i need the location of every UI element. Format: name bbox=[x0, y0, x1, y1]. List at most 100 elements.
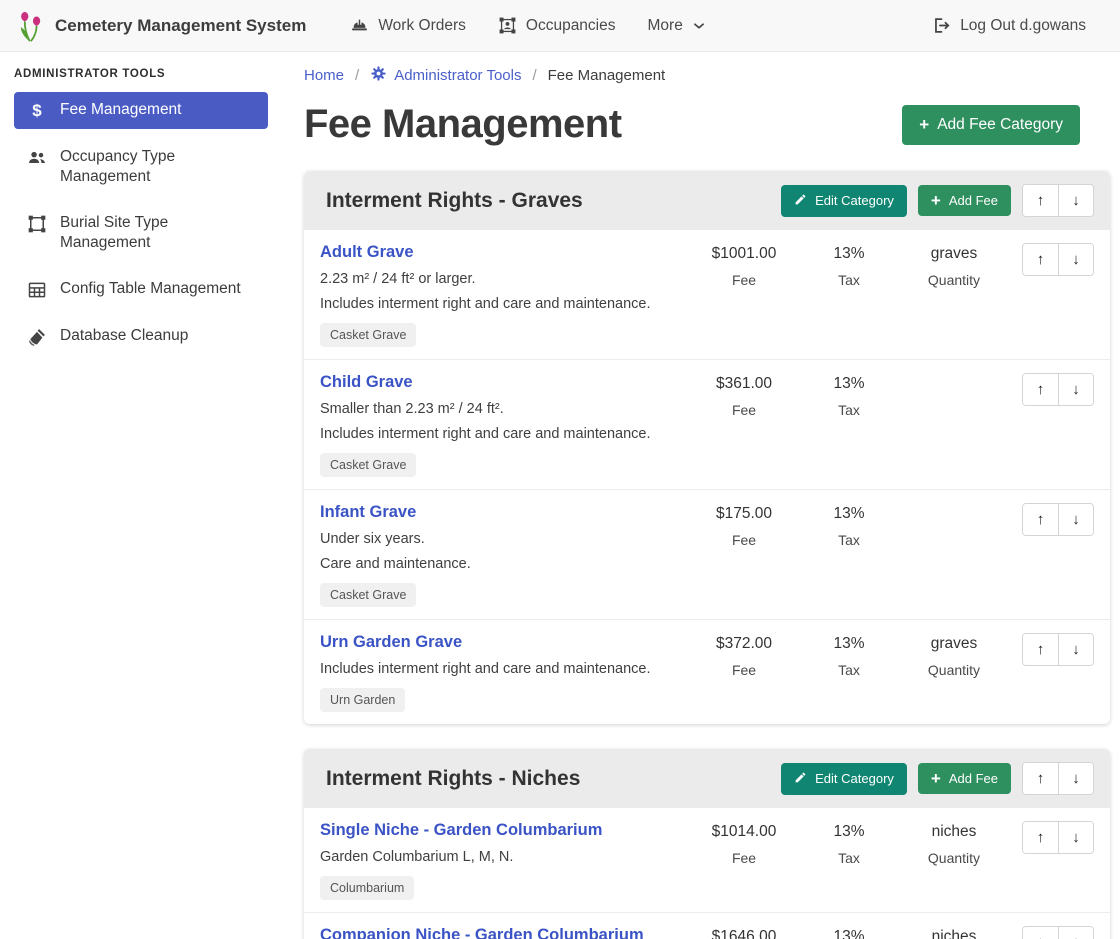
breadcrumb-home-link[interactable]: Home bbox=[304, 67, 344, 84]
fee-description-1: Smaller than 2.23 m² / 24 ft². bbox=[320, 401, 683, 417]
fee-name-link[interactable]: Adult Grave bbox=[320, 243, 414, 262]
sidebar-item-fee-management[interactable]: $ Fee Management bbox=[14, 92, 268, 129]
add-fee-button[interactable]: + Add Fee bbox=[918, 185, 1011, 216]
move-fee-up-button[interactable]: ↑ bbox=[1023, 822, 1058, 853]
nav-occupancies[interactable]: Occupancies bbox=[498, 16, 616, 35]
fee-quantity-label: Quantity bbox=[899, 850, 1009, 866]
fee-row: Child Grave Smaller than 2.23 m² / 24 ft… bbox=[304, 360, 1110, 490]
hard-hat-icon bbox=[350, 16, 369, 35]
fee-quantity-col: graves Quantity bbox=[899, 633, 1009, 678]
move-fee-down-button[interactable]: ↓ bbox=[1058, 374, 1093, 405]
sidebar-item-config-table-management[interactable]: Config Table Management bbox=[14, 271, 268, 308]
fee-name-link[interactable]: Single Niche - Garden Columbarium bbox=[320, 821, 602, 840]
fee-quantity-value: niches bbox=[899, 928, 1009, 939]
category-title: Interment Rights - Graves bbox=[326, 189, 781, 213]
fee-tax-col: 13% Tax bbox=[799, 373, 899, 418]
edit-category-button[interactable]: Edit Category bbox=[781, 185, 907, 217]
fee-quantity-value: niches bbox=[899, 823, 1009, 841]
fee-amount-label: Fee bbox=[689, 850, 799, 866]
fee-tax-value: 13% bbox=[799, 245, 899, 263]
fee-description-2: Care and maintenance. bbox=[320, 556, 683, 572]
breadcrumb-current: Fee Management bbox=[548, 67, 666, 84]
fee-reorder-group: ↑ ↓ bbox=[1022, 821, 1094, 854]
sidebar-item-burial-site-type-management[interactable]: Burial Site Type Management bbox=[14, 205, 268, 261]
fee-amount-value: $1646.00 bbox=[689, 928, 799, 939]
sidebar-item-label: Occupancy Type Management bbox=[60, 147, 258, 187]
sign-out-icon bbox=[932, 16, 951, 35]
breadcrumb-admin-tools-link[interactable]: Administrator Tools bbox=[370, 65, 521, 86]
move-fee-up-button[interactable]: ↑ bbox=[1023, 927, 1058, 939]
move-category-up-button[interactable]: ↑ bbox=[1023, 185, 1058, 216]
fee-name-link[interactable]: Infant Grave bbox=[320, 503, 416, 522]
nav-more[interactable]: More bbox=[648, 17, 706, 35]
sidebar-item-database-cleanup[interactable]: Database Cleanup bbox=[14, 318, 268, 355]
fee-name-link[interactable]: Urn Garden Grave bbox=[320, 633, 462, 652]
sidebar-item-label: Burial Site Type Management bbox=[60, 213, 258, 253]
move-fee-down-button[interactable]: ↓ bbox=[1058, 927, 1093, 939]
fee-name-link[interactable]: Companion Niche - Garden Columbarium bbox=[320, 926, 644, 939]
fee-reorder-group: ↑ ↓ bbox=[1022, 926, 1094, 939]
gear-icon bbox=[370, 65, 387, 86]
move-fee-up-button[interactable]: ↑ bbox=[1023, 634, 1058, 665]
fee-amount-label: Fee bbox=[689, 662, 799, 678]
move-fee-down-button[interactable]: ↓ bbox=[1058, 504, 1093, 535]
fee-quantity-value: graves bbox=[899, 245, 1009, 263]
move-category-down-button[interactable]: ↓ bbox=[1058, 185, 1093, 216]
move-fee-down-button[interactable]: ↓ bbox=[1058, 244, 1093, 275]
edit-category-button[interactable]: Edit Category bbox=[781, 763, 907, 795]
logout-link[interactable]: Log Out d.gowans bbox=[932, 16, 1086, 35]
sidebar-item-occupancy-type-management[interactable]: Occupancy Type Management bbox=[14, 139, 268, 195]
move-fee-down-button[interactable]: ↓ bbox=[1058, 634, 1093, 665]
fee-tax-value: 13% bbox=[799, 823, 899, 841]
plus-icon: + bbox=[931, 772, 941, 785]
dollar-icon: $ bbox=[27, 101, 47, 121]
nav-work-orders[interactable]: Work Orders bbox=[350, 16, 466, 35]
add-fee-button[interactable]: + Add Fee bbox=[918, 763, 1011, 794]
app-title: Cemetery Management System bbox=[55, 16, 306, 36]
fee-row: Urn Garden Grave Includes interment righ… bbox=[304, 620, 1110, 724]
move-fee-up-button[interactable]: ↑ bbox=[1023, 374, 1058, 405]
add-fee-category-button[interactable]: + Add Fee Category bbox=[902, 105, 1080, 145]
category-header: Interment Rights - Graves Edit Category … bbox=[304, 171, 1110, 230]
fee-amount-col: $1014.00 Fee bbox=[689, 821, 799, 866]
fee-description-2: Includes interment right and care and ma… bbox=[320, 426, 683, 442]
fee-amount-value: $1014.00 bbox=[689, 823, 799, 841]
sidebar: ADMINISTRATOR TOOLS $ Fee Management Occ… bbox=[0, 52, 280, 365]
fee-quantity-col: graves Quantity bbox=[899, 243, 1009, 288]
move-fee-up-button[interactable]: ↑ bbox=[1023, 504, 1058, 535]
fee-name-link[interactable]: Child Grave bbox=[320, 373, 413, 392]
top-navbar: Cemetery Management System Work Orders O… bbox=[0, 0, 1120, 52]
fee-type-badge: Casket Grave bbox=[320, 453, 416, 477]
fee-reorder-group: ↑ ↓ bbox=[1022, 243, 1094, 276]
fee-tax-label: Tax bbox=[799, 850, 899, 866]
pencil-icon bbox=[794, 771, 807, 787]
move-fee-down-button[interactable]: ↓ bbox=[1058, 822, 1093, 853]
sidebar-heading: ADMINISTRATOR TOOLS bbox=[14, 68, 268, 80]
fee-row: Companion Niche - Garden Columbarium Gar… bbox=[304, 913, 1110, 939]
breadcrumb: Home / Administrat bbox=[304, 65, 1110, 86]
category-reorder-group: ↑ ↓ bbox=[1022, 184, 1094, 217]
fee-description-1: 2.23 m² / 24 ft² or larger. bbox=[320, 271, 683, 287]
breadcrumb-separator: / bbox=[532, 67, 536, 84]
fee-reorder-group: ↑ ↓ bbox=[1022, 503, 1094, 536]
chevron-down-icon bbox=[692, 19, 706, 33]
fee-amount-value: $175.00 bbox=[689, 505, 799, 523]
fee-quantity-label: Quantity bbox=[899, 662, 1009, 678]
fee-amount-label: Fee bbox=[689, 402, 799, 418]
fee-category-list: Interment Rights - Graves Edit Category … bbox=[304, 171, 1110, 939]
fee-amount-col: $175.00 Fee bbox=[689, 503, 799, 548]
fee-tax-label: Tax bbox=[799, 272, 899, 288]
move-category-up-button[interactable]: ↑ bbox=[1023, 763, 1058, 794]
users-icon bbox=[27, 148, 47, 168]
fee-tax-value: 13% bbox=[799, 928, 899, 939]
move-category-down-button[interactable]: ↓ bbox=[1058, 763, 1093, 794]
move-fee-up-button[interactable]: ↑ bbox=[1023, 244, 1058, 275]
fee-quantity-value: graves bbox=[899, 635, 1009, 653]
fee-tax-col: 13% Tax bbox=[799, 821, 899, 866]
fee-tax-col: 13% Tax bbox=[799, 503, 899, 548]
fee-row: Adult Grave 2.23 m² / 24 ft² or larger. … bbox=[304, 230, 1110, 360]
breadcrumb-separator: / bbox=[355, 67, 359, 84]
main-content: Home / Administrat bbox=[280, 52, 1120, 939]
fee-tax-value: 13% bbox=[799, 375, 899, 393]
fee-tax-label: Tax bbox=[799, 662, 899, 678]
